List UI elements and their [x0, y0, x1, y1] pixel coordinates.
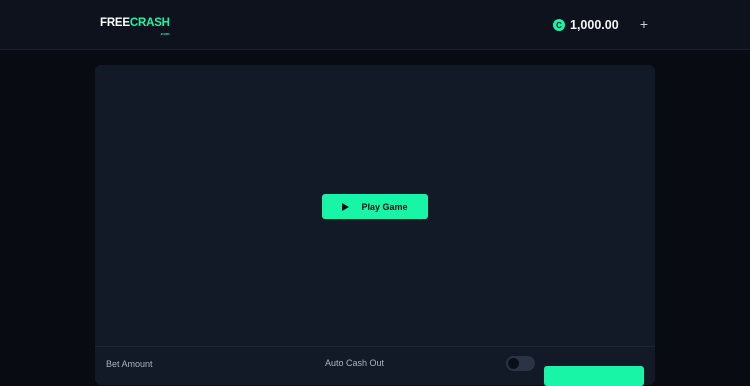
place-bet-button[interactable] — [544, 366, 644, 386]
auto-cash-out-label: Auto Cash Out — [325, 358, 385, 368]
logo-free-text: FREE — [100, 17, 130, 29]
add-funds-icon[interactable]: + — [636, 16, 652, 32]
play-icon — [342, 202, 350, 211]
bet-amount-label: Bet Amount — [106, 359, 153, 369]
freecrash-logo[interactable]: FREECRASH .com — [100, 17, 170, 36]
controls-divider — [95, 346, 655, 347]
balance-display: C 1,000.00 — [553, 17, 619, 33]
logo-dotcom-text: .com — [159, 31, 170, 36]
toggle-knob — [508, 358, 519, 369]
play-game-button[interactable]: Play Game — [322, 194, 428, 219]
game-panel — [95, 65, 655, 385]
auto-cash-out-toggle[interactable] — [506, 356, 535, 371]
play-game-label: Play Game — [361, 201, 408, 212]
top-navigation-bar: FREECRASH .com C 1,000.00 + — [0, 0, 750, 50]
balance-value: 1,000.00 — [570, 18, 619, 32]
coin-icon: C — [553, 19, 565, 31]
